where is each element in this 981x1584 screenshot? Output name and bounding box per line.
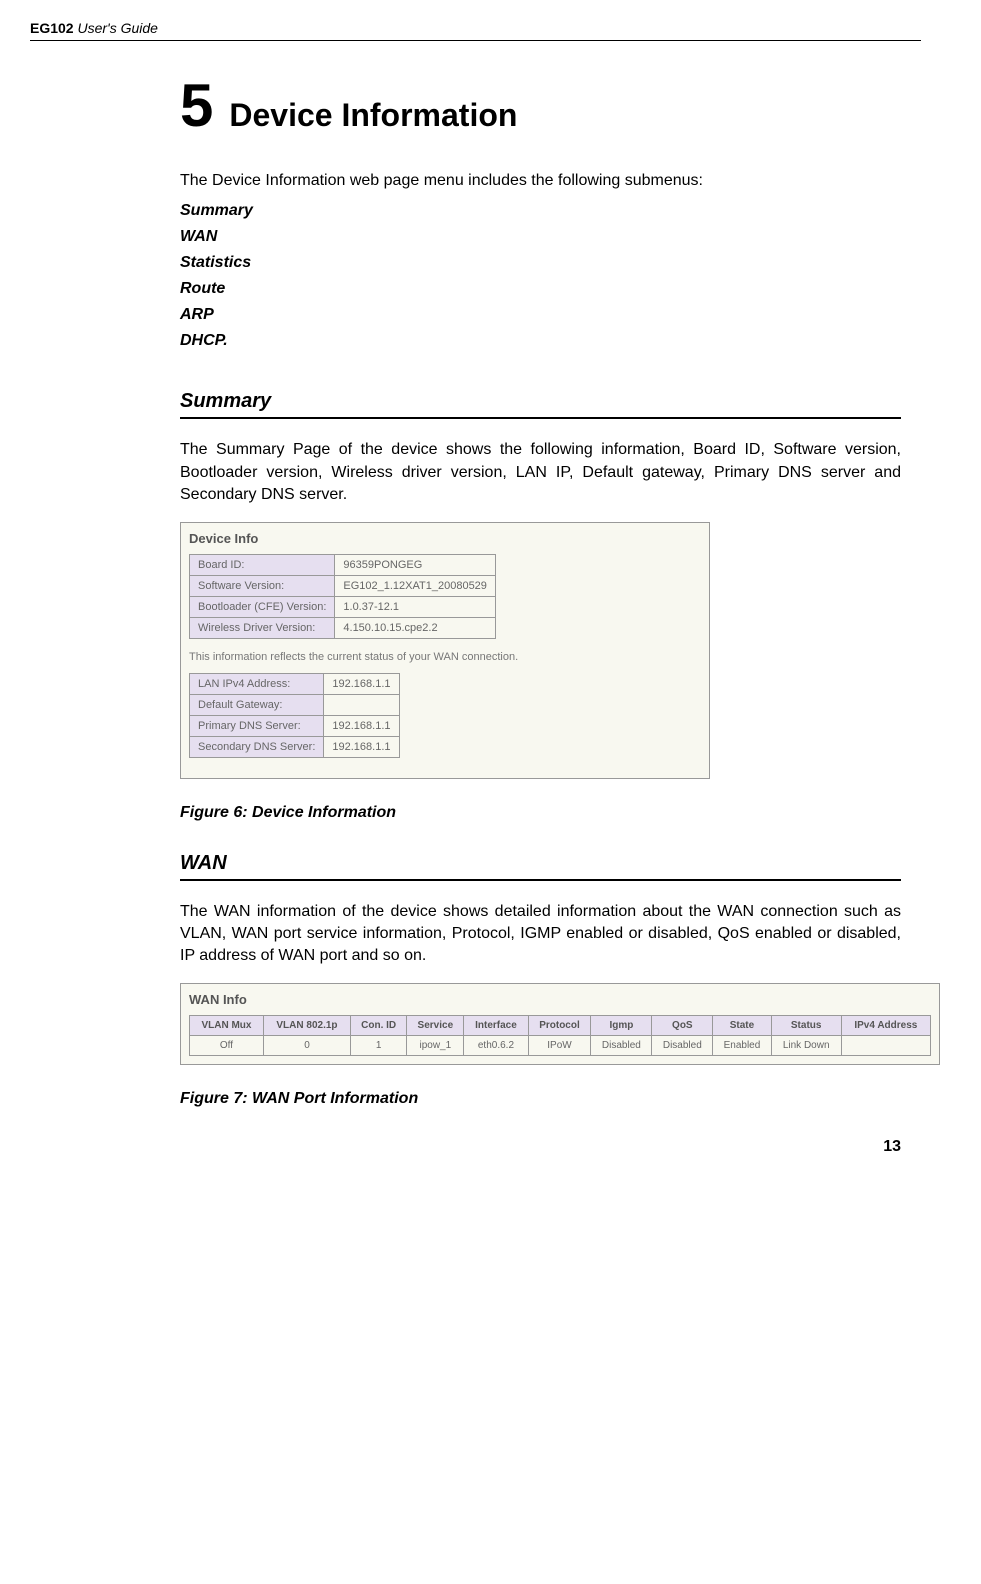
table-row: Secondary DNS Server:192.168.1.1 [190,736,400,757]
figure6-caption: Figure 6: Device Information [180,804,901,822]
table-header-row: VLAN Mux VLAN 802.1p Con. ID Service Int… [190,1015,931,1035]
wan-info-table: VLAN Mux VLAN 802.1p Con. ID Service Int… [189,1015,931,1056]
wan-info-title: WAN Info [189,992,931,1007]
submenu-summary: Summary [180,202,901,220]
table-row: Default Gateway: [190,694,400,715]
summary-text: The Summary Page of the device shows the… [180,439,901,506]
guide-suffix: User's Guide [74,20,158,36]
figure7-caption: Figure 7: WAN Port Information [180,1090,901,1108]
device-info-table2: LAN IPv4 Address:192.168.1.1 Default Gat… [189,673,400,758]
submenu-statistics: Statistics [180,254,901,272]
wan-text: The WAN information of the device shows … [180,901,901,968]
table-row: Bootloader (CFE) Version:1.0.37-12.1 [190,596,496,617]
table-row: Primary DNS Server:192.168.1.1 [190,715,400,736]
page-number: 13 [30,1138,921,1156]
chapter-text: Device Information [229,97,517,133]
wan-connection-note: This information reflects the current st… [189,651,701,663]
wan-heading: WAN [180,852,901,881]
table-row: LAN IPv4 Address:192.168.1.1 [190,673,400,694]
chapter-number: 5 [180,72,213,139]
submenu-wan: WAN [180,228,901,246]
submenu-list: Summary WAN Statistics Route ARP DHCP. [180,202,901,350]
submenu-route: Route [180,280,901,298]
page-header: EG102 User's Guide [30,20,921,41]
submenu-dhcp: DHCP. [180,332,901,350]
wan-info-screenshot: WAN Info VLAN Mux VLAN 802.1p Con. ID Se… [180,983,940,1065]
device-info-screenshot: Device Info Board ID:96359PONGEG Softwar… [180,522,710,779]
summary-heading: Summary [180,390,901,419]
table-row: Board ID:96359PONGEG [190,554,496,575]
chapter-title: 5 Device Information [180,71,901,140]
table-row: Software Version:EG102_1.12XAT1_20080529 [190,575,496,596]
table-row: Wireless Driver Version:4.150.10.15.cpe2… [190,617,496,638]
submenu-arp: ARP [180,306,901,324]
device-info-table1: Board ID:96359PONGEG Software Version:EG… [189,554,496,639]
device-info-title: Device Info [189,531,701,546]
table-row: Off 0 1 ipow_1 eth0.6.2 IPoW Disabled Di… [190,1035,931,1055]
intro-paragraph: The Device Information web page menu inc… [180,170,901,192]
product-name: EG102 [30,20,74,36]
